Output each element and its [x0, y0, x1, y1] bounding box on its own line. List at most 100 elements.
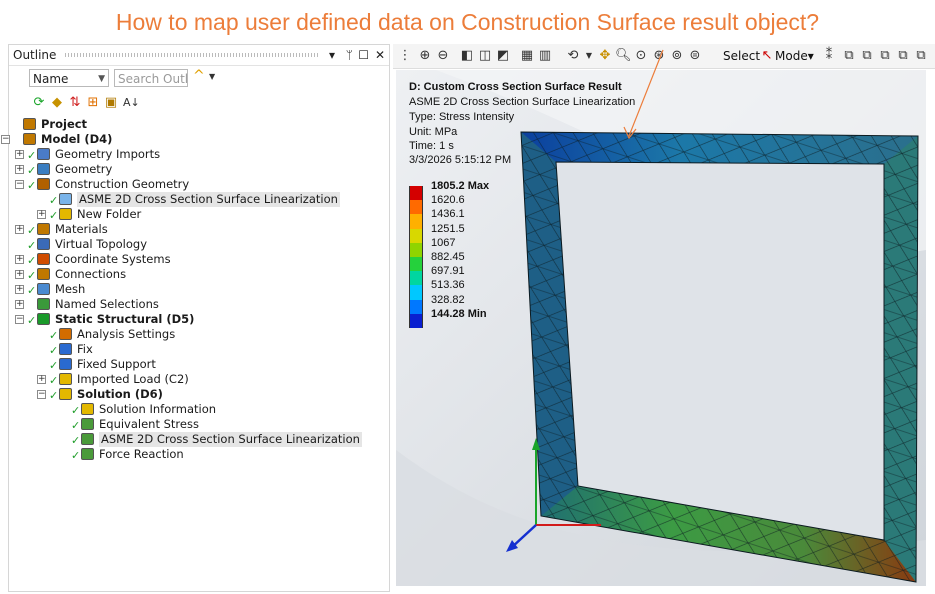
solid-view-icon[interactable]: ◧	[459, 48, 475, 64]
tree-node[interactable]: − Model (D4)	[1, 132, 389, 147]
legend-color-band	[409, 257, 423, 272]
select-label[interactable]: Select	[723, 48, 760, 64]
magnifier-icon[interactable]: ⊜	[687, 48, 703, 64]
section-icon[interactable]: ◩	[495, 48, 511, 64]
contour-legend[interactable]: 1805.2 Max 1620.6 1436.1 1251.5 1067 882.45 69…	[409, 180, 559, 340]
zoom-box-icon[interactable]: ⊙	[633, 48, 649, 64]
select-mode-icon[interactable]: ↖	[759, 48, 775, 64]
expand-icon[interactable]: +	[15, 300, 24, 309]
collapse-icon[interactable]: −	[15, 180, 24, 189]
expand-icon[interactable]: +	[15, 150, 24, 159]
tree-node-label: Force Reaction	[99, 447, 184, 461]
close-icon[interactable]: ✕	[375, 45, 385, 65]
status-check-icon: ✓	[27, 149, 37, 162]
cube-view-icon[interactable]: ◫	[477, 48, 493, 64]
status-check-icon: ✓	[71, 404, 81, 417]
tree-node[interactable]: ✓ ASME 2D Cross Section Surface Lineariza…	[9, 432, 389, 447]
tree-node-icon	[37, 298, 50, 310]
graphics-viewport[interactable]: D: Custom Cross Section Surface Result A…	[396, 70, 926, 586]
maximize-icon[interactable]: ☐	[358, 45, 369, 65]
result-title: D: Custom Cross Section Surface Result	[409, 81, 622, 93]
tree-node[interactable]: ✓ Virtual Topology	[9, 237, 389, 252]
graph-icon[interactable]: ▦	[519, 48, 535, 64]
expand-icon[interactable]: +	[15, 255, 24, 264]
status-check-icon: ✓	[49, 344, 59, 357]
tree-node[interactable]: − ✓ Construction Geometry	[9, 177, 389, 192]
refresh-icon[interactable]: ⟳	[31, 95, 47, 111]
outline-filter-bar: Name ▼ Search Outlin ^ ▼	[9, 66, 389, 92]
node-select-icon[interactable]: ⧉	[895, 48, 911, 64]
edge-select-icon[interactable]: ⧉	[841, 48, 857, 64]
tree-node[interactable]: + ✓ Materials	[9, 222, 389, 237]
status-check-icon: ✓	[27, 164, 37, 177]
zoom-fit-icon[interactable]: ⊛	[651, 48, 667, 64]
tree-node[interactable]: ✓ Fixed Support	[9, 357, 389, 372]
name-filter-value: Name	[33, 72, 69, 86]
panel-menu-dropdown-icon[interactable]: ▾	[329, 45, 335, 65]
layout-icon[interactable]: ▥	[537, 48, 553, 64]
expand-icon[interactable]: +	[37, 210, 46, 219]
collapse-icon[interactable]: −	[1, 135, 10, 144]
status-check-icon: ✓	[27, 224, 37, 237]
rotate-dropdown-icon[interactable]: ▼	[581, 48, 597, 64]
collapse-icon[interactable]: −	[15, 315, 24, 324]
tree-node[interactable]: + ✓ Geometry Imports	[9, 147, 389, 162]
tree-node[interactable]: − ✓ Solution (D6)	[9, 387, 389, 402]
search-up-chevron-icon[interactable]: ^	[193, 68, 205, 84]
zoom-in-icon[interactable]: ⊕	[417, 48, 433, 64]
zoom-icon[interactable]: 🔍︎	[615, 48, 632, 64]
tree-node-label: Construction Geometry	[55, 177, 190, 191]
tag-icon[interactable]: ◆	[49, 95, 65, 111]
collapse-icon[interactable]: −	[37, 390, 46, 399]
expand-icon[interactable]: +	[37, 375, 46, 384]
pin-icon[interactable]: ᛘ	[346, 45, 353, 65]
expand-icon[interactable]: +	[15, 270, 24, 279]
tree-node[interactable]: ✓ Equivalent Stress	[9, 417, 389, 432]
vertex-select-icon[interactable]: ⁑	[821, 48, 837, 64]
face-select-icon[interactable]: ⧉	[859, 48, 875, 64]
legend-value-label: 328.82	[431, 293, 465, 306]
legend-min-label: 144.28 Min	[431, 307, 487, 320]
alphabetical-sort-icon[interactable]: A↓	[123, 95, 140, 111]
tree-node-label: Virtual Topology	[55, 237, 148, 251]
expand-icon[interactable]: +	[15, 285, 24, 294]
expand-icon[interactable]: +	[15, 225, 24, 234]
status-check-icon: ✓	[71, 434, 81, 447]
drag-grip[interactable]	[65, 53, 319, 57]
tree-node[interactable]: + ✓ Coordinate Systems	[9, 252, 389, 267]
tree-node-icon	[23, 118, 36, 130]
sort-icon[interactable]: ⇅	[67, 95, 83, 111]
tree-node-label: ASME 2D Cross Section Surface Linearizat…	[99, 432, 362, 447]
rotate-icon[interactable]: ⟲	[565, 48, 581, 64]
body-select-icon[interactable]: ⧉	[877, 48, 893, 64]
search-outline-input[interactable]: Search Outlin	[114, 69, 188, 87]
tree-node[interactable]: ✓ Solution Information	[9, 402, 389, 417]
tree-node[interactable]: + Named Selections	[9, 297, 389, 312]
tree-node[interactable]: ✓ Analysis Settings	[9, 327, 389, 342]
folder-tool-icon[interactable]: ▣	[103, 95, 119, 111]
outline-title-bar: Outline ▾ ᛘ ☐ ✕	[9, 45, 389, 66]
pan-icon[interactable]: ✥	[597, 48, 613, 64]
expand-icon[interactable]: +	[15, 165, 24, 174]
tree-node[interactable]: + ✓ New Folder	[9, 207, 389, 222]
tree-node[interactable]: + ✓ Mesh	[9, 282, 389, 297]
tree-node-label: Materials	[55, 222, 108, 236]
mode-dropdown[interactable]: Mode▾	[775, 48, 814, 64]
expand-all-icon[interactable]: ⊞	[85, 95, 101, 111]
search-options-dropdown-icon[interactable]: ▼	[209, 72, 215, 81]
tree-node[interactable]: ✓ ASME 2D Cross Section Surface Lineariza…	[9, 192, 389, 207]
tree-node[interactable]: ✓ Fix	[9, 342, 389, 357]
zoom-selection-icon[interactable]: ⊚	[669, 48, 685, 64]
tree-node[interactable]: Project	[9, 117, 389, 132]
name-filter-select[interactable]: Name ▼	[29, 69, 109, 87]
tree-node[interactable]: − ✓ Static Structural (D5)	[9, 312, 389, 327]
zoom-out-icon[interactable]: ⊖	[435, 48, 451, 64]
tree-node-icon	[37, 163, 50, 175]
tree-node[interactable]: + ✓ Imported Load (C2)	[9, 372, 389, 387]
tree-node-label: New Folder	[77, 207, 142, 221]
element-select-icon[interactable]: ⧉	[913, 48, 929, 64]
tree-node[interactable]: + ✓ Connections	[9, 267, 389, 282]
tree-node[interactable]: + ✓ Geometry	[9, 162, 389, 177]
status-check-icon: ✓	[49, 359, 59, 372]
tree-node[interactable]: ✓ Force Reaction	[9, 447, 389, 462]
